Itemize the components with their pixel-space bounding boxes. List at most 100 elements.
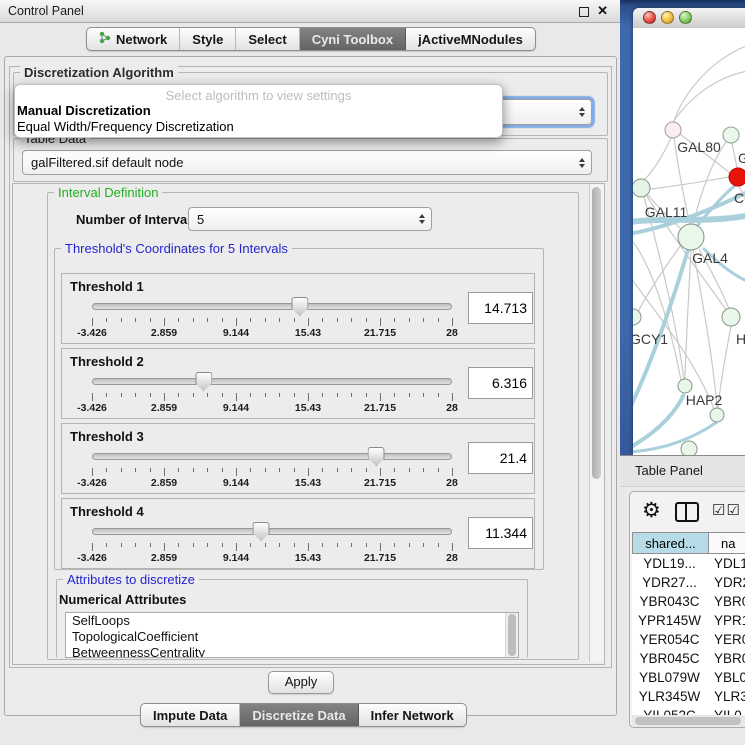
table-row[interactable]: YBR045C YBR0 xyxy=(632,649,745,668)
table-cell-name[interactable]: YIL0 xyxy=(707,708,745,715)
table-cell-name[interactable]: YBR0 xyxy=(707,651,745,666)
algorithm-group-title: Discretization Algorithm xyxy=(20,65,178,80)
scale-label: -3.426 xyxy=(77,477,107,489)
table-cell-shared-name[interactable]: YBR045C xyxy=(632,651,707,666)
top-tab[interactable]: Cyni Toolbox xyxy=(300,28,406,50)
scrollbar-thumb[interactable] xyxy=(592,187,601,479)
scale-label: 2.859 xyxy=(151,327,177,339)
minimize-traffic-light[interactable] xyxy=(661,11,674,24)
table-cell-shared-name[interactable]: YLR345W xyxy=(632,689,707,704)
scale-label: 28 xyxy=(446,327,458,339)
scale-label: 28 xyxy=(446,552,458,564)
attribute-list-item[interactable]: TopologicalCoefficient xyxy=(66,629,518,645)
slider-ticks xyxy=(92,318,452,327)
gear-icon[interactable]: ⚙ xyxy=(642,498,661,523)
threshold-panel: Threshold 4 -3.426 xyxy=(61,498,535,569)
threshold-value-field[interactable]: 14.713 xyxy=(468,292,533,324)
node-label: GAL80 xyxy=(677,139,721,155)
threshold-value-field[interactable]: 6.316 xyxy=(468,367,533,399)
column-header-shared[interactable]: shared... xyxy=(632,532,709,554)
table-cell-shared-name[interactable]: YDR27... xyxy=(632,575,707,590)
dropdown-option[interactable]: Manual Discretization xyxy=(17,103,503,119)
close-icon[interactable]: ✕ xyxy=(597,3,608,19)
bottom-tab[interactable]: Discretize Data xyxy=(240,704,358,726)
table-cell-shared-name[interactable]: YPR145W xyxy=(632,613,707,628)
table-row[interactable]: YDR27... YDR2 xyxy=(632,573,745,592)
table-horizontal-scrollbar[interactable] xyxy=(632,715,745,727)
top-tab[interactable]: Network xyxy=(87,28,180,50)
split-view-icon[interactable] xyxy=(675,502,699,522)
table-cell-name[interactable]: YDL1 xyxy=(707,556,745,571)
table-cell-name[interactable]: YPR1 xyxy=(707,613,745,628)
threshold-slider[interactable] xyxy=(92,521,452,541)
scrollbar-thumb[interactable] xyxy=(635,717,741,725)
table-row[interactable]: YLR345W YLR3 xyxy=(632,687,745,706)
settings-vertical-scrollbar[interactable] xyxy=(589,184,604,662)
attributes-list-scrollbar[interactable] xyxy=(505,613,518,657)
attribute-list-item[interactable]: SelfLoops xyxy=(66,613,518,629)
table-row[interactable]: YBR043C YBR0 xyxy=(632,592,745,611)
control-panel-titlebar: Control Panel ✕ xyxy=(0,0,620,23)
table-cell-shared-name[interactable]: YBL079W xyxy=(632,670,707,685)
threshold-value-field[interactable]: 21.4 xyxy=(468,442,533,474)
attribute-list-item[interactable]: BetweennessCentrality xyxy=(66,645,518,658)
threshold-panel: Threshold 1 -3.426 xyxy=(61,273,535,344)
screen: Control Panel ✕ Network xyxy=(0,0,745,745)
table-cell-shared-name[interactable]: YDL19... xyxy=(632,556,707,571)
table-cell-name[interactable]: YBL0 xyxy=(707,670,745,685)
zoom-traffic-light[interactable] xyxy=(679,11,692,24)
network-view-frame: GAL80 GA C GAL11 GAL4 GCY1 H HAP2 xyxy=(620,0,745,455)
slider-ticks xyxy=(92,543,452,552)
top-tab[interactable]: Style xyxy=(180,28,236,50)
slider-thumb[interactable] xyxy=(253,522,270,541)
table-row[interactable]: YIL052C YIL0 xyxy=(632,706,745,715)
node-label: GAL4 xyxy=(692,250,728,266)
network-canvas[interactable]: GAL80 GA C GAL11 GAL4 GCY1 H HAP2 xyxy=(633,28,745,455)
apply-button[interactable]: Apply xyxy=(268,671,334,694)
attributes-group-title: Attributes to discretize xyxy=(63,572,199,587)
column-header-name[interactable]: na xyxy=(709,532,745,554)
slider-thumb[interactable] xyxy=(291,297,308,316)
float-window-icon[interactable] xyxy=(579,7,589,17)
table-cell-shared-name[interactable]: YBR043C xyxy=(632,594,707,609)
threshold-value-field[interactable]: 11.344 xyxy=(468,517,533,549)
table-cell-name[interactable]: YBR0 xyxy=(707,594,745,609)
dropdown-option[interactable]: Equal Width/Frequency Discretization xyxy=(17,119,503,135)
table-cell-shared-name[interactable]: YER054C xyxy=(632,632,707,647)
slider-track xyxy=(92,453,452,460)
numerical-attributes-list[interactable]: SelfLoops TopologicalCoefficient Between… xyxy=(65,612,519,658)
threshold-slider[interactable] xyxy=(92,296,452,316)
table-cell-name[interactable]: YDR2 xyxy=(707,575,745,590)
scale-label: 15.43 xyxy=(295,477,321,489)
settings-scroll-area: Interval Definition Number of Intervals … xyxy=(12,183,605,665)
scale-label: 9.144 xyxy=(223,402,249,414)
network-window: GAL80 GA C GAL11 GAL4 GCY1 H HAP2 xyxy=(633,8,745,455)
bottom-tab[interactable]: Impute Data xyxy=(141,704,240,726)
bottom-tab[interactable]: Infer Network xyxy=(359,704,466,726)
combo-arrows-icon xyxy=(579,158,585,168)
table-cell-shared-name[interactable]: YIL052C xyxy=(632,708,707,715)
node-gal80 xyxy=(665,122,681,138)
top-tab[interactable]: Select xyxy=(236,28,299,50)
threshold-slider[interactable] xyxy=(92,446,452,466)
num-intervals-combobox[interactable]: 5 xyxy=(188,207,432,231)
num-intervals-value: 5 xyxy=(197,212,204,227)
scrollbar-thumb[interactable] xyxy=(508,614,516,656)
checkbox-icons[interactable]: ☑☑ xyxy=(712,501,741,519)
table-cell-name[interactable]: YER0 xyxy=(707,632,745,647)
table-cell-name[interactable]: YLR3 xyxy=(707,689,745,704)
node-right xyxy=(722,308,740,326)
table-panel-title: Table Panel xyxy=(635,463,703,478)
table-row[interactable]: YPR145W YPR1 xyxy=(632,611,745,630)
table-data-combobox[interactable]: galFiltered.sif default node xyxy=(22,150,592,175)
slider-thumb[interactable] xyxy=(368,447,385,466)
slider-thumb[interactable] xyxy=(195,372,212,391)
table-row[interactable]: YDL19... YDL1 xyxy=(632,554,745,573)
scale-label: 2.859 xyxy=(151,552,177,564)
top-tab[interactable]: jActiveMNodules xyxy=(406,28,535,50)
close-traffic-light[interactable] xyxy=(643,11,656,24)
table-row[interactable]: YER054C YER0 xyxy=(632,630,745,649)
table-row[interactable]: YBL079W YBL0 xyxy=(632,668,745,687)
threshold-panel: Threshold 3 -3.426 xyxy=(61,423,535,494)
threshold-slider[interactable] xyxy=(92,371,452,391)
